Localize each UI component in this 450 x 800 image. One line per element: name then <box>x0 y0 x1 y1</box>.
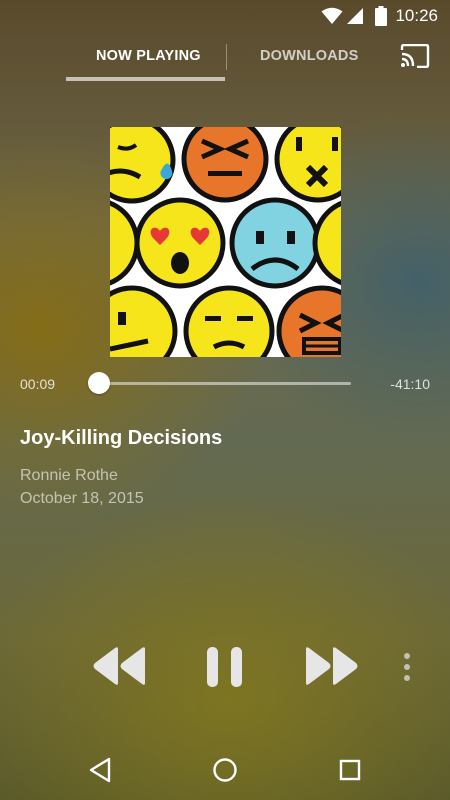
rewind-icon[interactable] <box>92 646 148 686</box>
recents-icon[interactable] <box>339 759 361 781</box>
track-title: Joy-Killing Decisions <box>20 427 223 449</box>
status-time: 10:26 <box>395 6 438 25</box>
track-artist: Ronnie Rothe <box>20 467 118 484</box>
album-art <box>110 127 341 357</box>
signal-icon <box>347 8 363 24</box>
wifi-icon <box>321 7 343 24</box>
pause-icon[interactable] <box>205 646 245 688</box>
emoji-grid-artwork <box>110 127 341 357</box>
tab-bar: NOW PLAYING DOWNLOADS <box>0 32 450 84</box>
sad-blue-face-emoji <box>229 197 321 289</box>
seek-bar-track[interactable] <box>99 382 351 385</box>
status-bar: 10:26 <box>0 0 450 32</box>
sweat-face-emoji <box>110 127 176 204</box>
heart-eyes-emoji <box>134 197 226 289</box>
remaining-time: -41:10 <box>390 376 430 392</box>
angry-face-emoji <box>181 127 269 203</box>
battery-icon <box>375 6 387 26</box>
seek-bar-thumb[interactable] <box>88 372 110 394</box>
elapsed-time: 00:09 <box>20 376 56 392</box>
back-icon[interactable] <box>88 757 112 783</box>
cast-icon[interactable] <box>400 44 430 68</box>
fast-forward-icon[interactable] <box>303 646 359 686</box>
zipped-face-emoji <box>274 127 341 203</box>
track-date: October 18, 2015 <box>20 490 144 507</box>
tab-downloads[interactable]: DOWNLOADS <box>260 48 358 64</box>
tab-divider <box>226 44 227 70</box>
tab-now-playing[interactable]: NOW PLAYING <box>96 48 201 64</box>
more-vert-icon[interactable] <box>400 652 414 684</box>
tab-selected-indicator <box>66 77 225 81</box>
unamused-face-emoji <box>183 285 275 357</box>
home-icon[interactable] <box>212 757 238 783</box>
navigation-bar <box>0 740 450 800</box>
now-playing-screen: 10:26 NOW PLAYING DOWNLOADS 00:09 -41:10… <box>0 0 450 800</box>
